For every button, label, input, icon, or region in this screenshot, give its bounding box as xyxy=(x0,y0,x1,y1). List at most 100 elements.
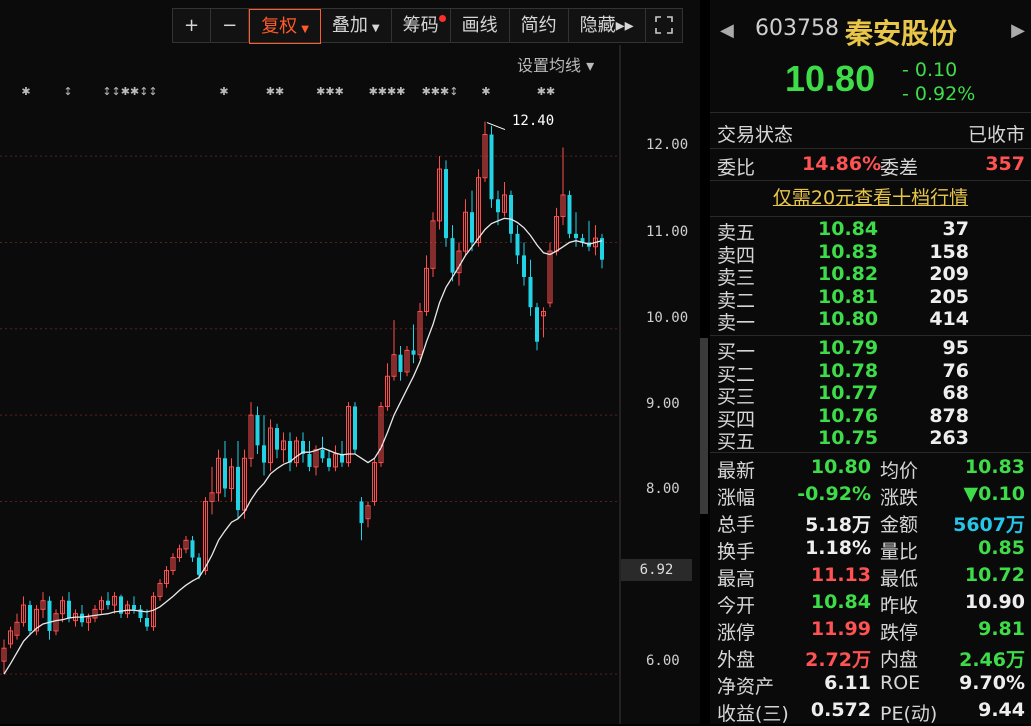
y-tick-label: 9.00 xyxy=(646,396,680,412)
candle-body xyxy=(359,501,364,524)
stat-label: 涨跌 xyxy=(880,487,919,509)
level-volume: 205 xyxy=(929,285,969,308)
sell-level-row[interactable]: 卖四 10.83 158 xyxy=(710,240,1031,267)
stock-name: 秦安股份 xyxy=(845,17,958,50)
kline-chart[interactable]: + − 复权 ▼ 叠加 ▼ 筹码 画线 简约 隐藏▸▸ 设置均线 ▾ ✱ ↕ ↕↕✱✱↕… xyxy=(0,0,700,724)
buy-level-row[interactable]: 买五 10.75 263 xyxy=(710,427,1031,453)
level-price: 10.84 xyxy=(818,218,879,240)
candle-body xyxy=(470,212,474,243)
stat-value: 5.18万 xyxy=(805,514,871,536)
sell-level-row[interactable]: 卖二 10.81 205 xyxy=(710,285,1031,312)
stat-value: 2.46万 xyxy=(959,649,1025,671)
candle-body xyxy=(47,600,52,631)
stat-label: 昨收 xyxy=(880,595,919,617)
level-price: 10.75 xyxy=(818,427,879,450)
candle-body xyxy=(509,194,513,234)
stat-value: 6.11 xyxy=(824,672,871,694)
level-volume: 414 xyxy=(929,308,969,331)
max-price-label: 12.40 xyxy=(512,113,555,129)
sell-level-row[interactable]: 卖三 10.82 209 xyxy=(710,263,1031,289)
y-tick-label: 8.00 xyxy=(646,481,680,497)
candle-body xyxy=(574,233,578,239)
stock-header: ◀ 603758 秦安股份 ▶ 10.80 - 0.10 - 0.92% xyxy=(710,0,1031,113)
candle-body xyxy=(515,233,520,256)
level-label: 卖一 xyxy=(717,312,756,335)
stat-label: 金额 xyxy=(880,514,919,536)
buy-level-row[interactable]: 买二 10.78 76 xyxy=(710,360,1031,386)
event-marker[interactable]: ✱✱ xyxy=(266,85,284,98)
divider xyxy=(710,335,1031,336)
stat-row: 外盘 2.72万 内盘 2.46万 xyxy=(710,645,1031,672)
candle-body xyxy=(522,255,526,277)
candle-body xyxy=(535,307,539,342)
stat-label: 净资产 xyxy=(717,676,775,698)
divider xyxy=(710,180,1031,181)
level-price: 10.76 xyxy=(818,404,879,427)
stat-value: 9.81 xyxy=(978,618,1025,640)
candle-body xyxy=(444,169,448,239)
buy-level-row[interactable]: 买四 10.76 878 xyxy=(710,404,1031,431)
stat-value: 0.85 xyxy=(978,537,1025,559)
candle-body xyxy=(190,540,195,558)
stat-row: 今开 10.84 昨收 10.90 xyxy=(710,591,1031,618)
trade-status-label: 交易状态 xyxy=(717,124,794,146)
candle-body xyxy=(567,194,572,234)
event-marker[interactable]: ✱✱✱✱ xyxy=(369,85,406,98)
stat-value: 10.90 xyxy=(964,591,1025,613)
event-marker[interactable]: ✱✱ xyxy=(537,85,555,98)
weicha-value: 357 xyxy=(985,153,1025,175)
candle-body xyxy=(262,445,266,463)
event-marker[interactable]: ✱ xyxy=(481,85,490,98)
buy-level-row[interactable]: 买一 10.79 95 xyxy=(710,337,1031,363)
stat-value: 9.70% xyxy=(959,672,1025,694)
candlestick-plot: ✱ ↕ ↕↕✱✱↕↕ ✱ ✱✱ ✱✱✱ ✱✱✱✱ ✱✱✱↕ ✱ ✱✱ xyxy=(0,45,621,724)
sell-level-row[interactable]: 卖五 10.84 37 xyxy=(710,218,1031,244)
stat-label: 外盘 xyxy=(717,649,756,671)
candle-body xyxy=(145,617,149,627)
event-marker[interactable]: ✱ xyxy=(219,85,228,98)
max-marker-line xyxy=(486,122,506,131)
trade-status-value: 已收市 xyxy=(967,124,1025,146)
stat-value: 5607万 xyxy=(953,514,1025,536)
level-price: 10.82 xyxy=(818,263,879,286)
level-volume: 878 xyxy=(929,404,969,427)
stat-value: 11.99 xyxy=(810,618,871,640)
candle-body xyxy=(255,415,260,446)
buy-level-row[interactable]: 买三 10.77 68 xyxy=(710,382,1031,408)
divider xyxy=(710,148,1031,149)
event-marker[interactable]: ✱✱✱↕ xyxy=(422,85,459,98)
quote-panel: ◀ 603758 秦安股份 ▶ 10.80 - 0.10 - 0.92% 交易状… xyxy=(710,0,1031,725)
event-marker[interactable]: ↕ xyxy=(63,85,72,98)
event-marker[interactable]: ↕↕✱✱↕↕ xyxy=(102,85,157,98)
sell-level-row[interactable]: 卖一 10.80 414 xyxy=(710,308,1031,334)
event-marker[interactable]: ✱ xyxy=(21,85,30,98)
current-price-tag: 6.92 xyxy=(621,559,692,581)
level-price: 10.83 xyxy=(818,240,879,263)
stat-value: 9.44 xyxy=(978,699,1025,721)
stat-label: 换手 xyxy=(717,541,756,563)
last-price: 10.80 xyxy=(785,58,876,99)
level10-upgrade-link[interactable]: 仅需20元查看十档行情 xyxy=(710,183,1031,210)
next-stock-icon[interactable]: ▶ xyxy=(1011,20,1025,41)
level-price: 10.80 xyxy=(818,308,879,331)
stat-value: 10.80 xyxy=(810,456,871,478)
level-volume: 263 xyxy=(929,427,969,450)
candle-body xyxy=(106,600,110,606)
divider xyxy=(710,452,1031,453)
candle-body xyxy=(528,276,533,308)
candle-body xyxy=(489,134,494,200)
stat-label: 最高 xyxy=(717,568,756,590)
stat-label: 量比 xyxy=(880,541,919,563)
stat-row: 净资产 6.11 ROE 9.70% xyxy=(710,672,1031,699)
level-volume: 209 xyxy=(929,263,969,286)
stat-label: ROE xyxy=(880,672,921,694)
candle-body xyxy=(496,199,500,213)
stock-code: 603758 xyxy=(755,16,839,41)
stat-label: 内盘 xyxy=(880,649,919,671)
price-change-box: - 0.10 - 0.92% xyxy=(902,58,975,106)
stat-label: 涨停 xyxy=(717,622,756,644)
panel-scrollbar[interactable] xyxy=(700,338,708,514)
prev-stock-icon[interactable]: ◀ xyxy=(720,20,734,41)
level-volume: 68 xyxy=(942,382,969,405)
event-marker[interactable]: ✱✱✱ xyxy=(316,85,344,98)
